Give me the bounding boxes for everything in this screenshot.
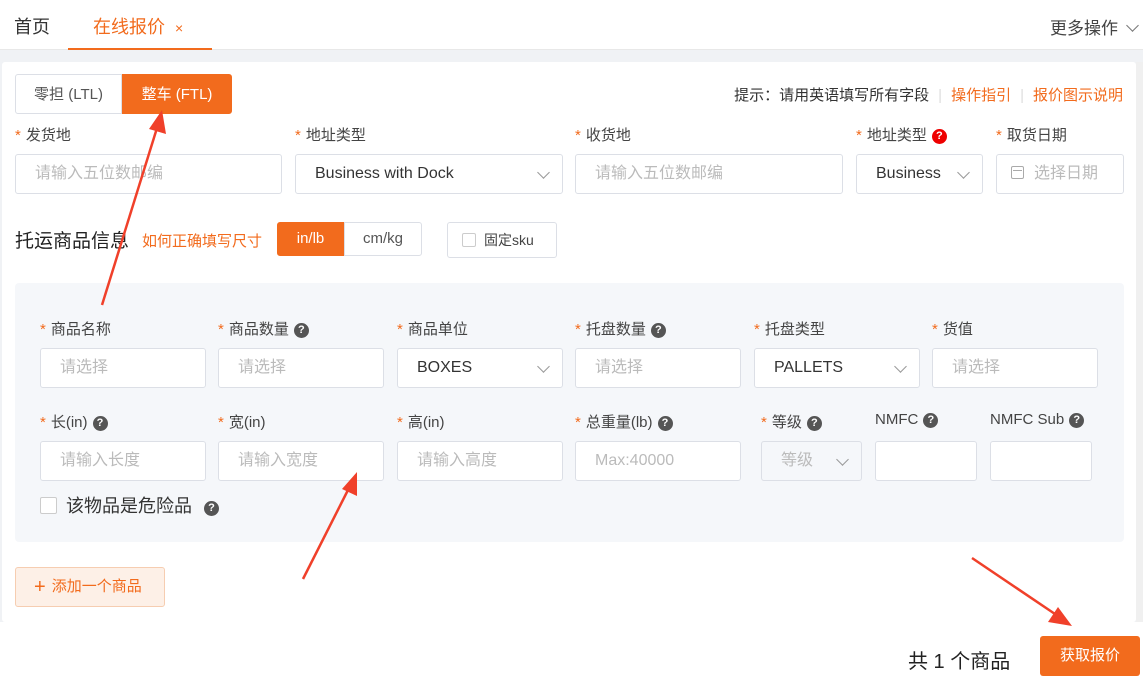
product-unit-label: * 商品单位 <box>397 321 468 338</box>
destination-address-type-value: Business <box>876 165 941 182</box>
top-tab-bar: 首页 在线报价 × 更多操作 <box>0 0 1143 50</box>
origin-address-type-label: * 地址类型 <box>295 127 366 144</box>
dangerous-goods-label: 该物品是危险品 <box>66 496 192 516</box>
mode-ftl-button[interactable]: 整车 (FTL) <box>122 74 232 114</box>
width-input[interactable]: 请输入宽度 <box>218 441 384 481</box>
pallet-type-label: * 托盘类型 <box>754 321 825 338</box>
pallet-type-value: PALLETS <box>774 359 844 376</box>
cargo-value-input[interactable]: 请选择 <box>932 348 1098 388</box>
total-weight-label: * 总重量(lb)? <box>575 411 673 432</box>
hint-text: 提示：请用英语填写所有字段 <box>734 87 930 104</box>
calendar-icon <box>1011 166 1024 179</box>
help-icon[interactable]: ? <box>293 323 309 338</box>
quote-legend-link[interactable]: 报价图示说明 <box>1033 87 1123 104</box>
item-total: 共 1 个商品 <box>908 651 1011 673</box>
add-item-label: 添加一个商品 <box>51 578 142 595</box>
length-label: * 长(in)? <box>40 411 108 432</box>
destination-zip-input[interactable]: 请输入五位数邮编 <box>575 154 843 194</box>
help-icon[interactable]: ? <box>923 413 939 428</box>
add-item-button[interactable]: + 添加一个商品 <box>15 567 165 607</box>
destination-address-type-select[interactable]: Business <box>856 154 983 194</box>
size-help-link[interactable]: 如何正确填写尺寸 <box>142 230 262 251</box>
unit-in-lb-button[interactable]: in/lb <box>277 222 344 256</box>
height-input[interactable]: 请输入高度 <box>397 441 563 481</box>
nmfc-sub-input[interactable] <box>990 441 1092 481</box>
origin-zip-input[interactable]: 请输入五位数邮编 <box>15 154 282 194</box>
cargo-value-label: * 货值 <box>932 321 973 338</box>
total-weight-input[interactable]: Max:40000 <box>575 441 741 481</box>
help-icon[interactable]: ? <box>92 416 108 431</box>
product-name-label: * 商品名称 <box>40 321 111 338</box>
goods-section-title: 托运商品信息 <box>15 231 130 252</box>
help-icon[interactable]: ? <box>806 416 822 431</box>
chevron-down-icon <box>537 166 550 179</box>
product-quantity-label: * 商品数量? <box>218 318 309 339</box>
chevron-down-icon <box>537 360 550 373</box>
dangerous-goods-checkbox[interactable]: 该物品是危险品? <box>40 492 219 518</box>
chevron-down-icon <box>894 360 907 373</box>
chevron-down-icon <box>957 166 970 179</box>
origin-label: * 发货地 <box>15 127 71 144</box>
pickup-date-label: * 取货日期 <box>996 127 1067 144</box>
checkbox-icon <box>462 233 476 247</box>
nmfc-label: NMFC? <box>875 411 939 428</box>
get-quote-button[interactable]: 获取报价 <box>1040 636 1140 676</box>
checkbox-icon <box>40 497 57 514</box>
product-unit-select[interactable]: BOXES <box>397 348 563 388</box>
destination-address-type-label: * 地址类型? <box>856 124 947 145</box>
divider: | <box>1020 87 1024 104</box>
pallet-quantity-input[interactable]: 请选择 <box>575 348 741 388</box>
pickup-date-picker[interactable]: 选择日期 <box>996 154 1124 194</box>
nmfc-sub-label: NMFC Sub? <box>990 411 1085 428</box>
product-quantity-input[interactable]: 请选择 <box>218 348 384 388</box>
divider: | <box>938 87 943 104</box>
help-icon[interactable]: ? <box>657 416 673 431</box>
mode-ltl-button[interactable]: 零担 (LTL) <box>15 74 122 114</box>
help-icon[interactable]: ? <box>650 323 666 338</box>
tab-online-quote[interactable]: 在线报价 × <box>68 0 212 50</box>
destination-label: * 收货地 <box>575 127 631 144</box>
tab-online-quote-label: 在线报价 <box>93 17 165 37</box>
freight-class-select[interactable]: 等级 <box>761 441 862 481</box>
fixed-sku-label: 固定sku <box>484 232 534 248</box>
origin-address-type-value: Business with Dock <box>315 165 454 182</box>
pickup-date-placeholder: 选择日期 <box>1034 165 1099 182</box>
pallet-type-select[interactable]: PALLETS <box>754 348 920 388</box>
product-unit-value: BOXES <box>417 359 473 376</box>
tab-home[interactable]: 首页 <box>14 0 50 50</box>
help-icon[interactable]: ? <box>204 501 219 516</box>
product-name-select[interactable]: 请选择 <box>40 348 206 388</box>
chevron-down-icon <box>836 453 849 466</box>
freight-class-label: * 等级? <box>761 411 822 432</box>
plus-icon: + <box>34 576 46 598</box>
operation-guide-link[interactable]: 操作指引 <box>951 87 1011 104</box>
height-label: * 高(in) <box>397 414 445 431</box>
origin-address-type-select[interactable]: Business with Dock <box>295 154 563 194</box>
width-label: * 宽(in) <box>218 414 266 431</box>
more-actions-label: 更多操作 <box>1050 19 1118 38</box>
unit-cm-kg-button[interactable]: cm/kg <box>344 222 422 256</box>
freight-class-placeholder: 等级 <box>781 452 814 469</box>
chevron-down-icon <box>1126 19 1139 32</box>
pallet-quantity-label: * 托盘数量? <box>575 318 666 339</box>
hint-bar: 提示：请用英语填写所有字段 | 操作指引 | 报价图示说明 <box>734 84 1123 105</box>
length-input[interactable]: 请输入长度 <box>40 441 206 481</box>
more-actions-dropdown[interactable]: 更多操作 <box>1050 14 1139 39</box>
scrollbar[interactable] <box>1136 62 1143 622</box>
fixed-sku-checkbox[interactable]: 固定sku <box>447 222 557 258</box>
help-icon[interactable]: ? <box>1069 413 1085 428</box>
close-icon[interactable]: × <box>175 20 183 36</box>
help-icon[interactable]: ? <box>931 129 947 144</box>
nmfc-input[interactable] <box>875 441 977 481</box>
